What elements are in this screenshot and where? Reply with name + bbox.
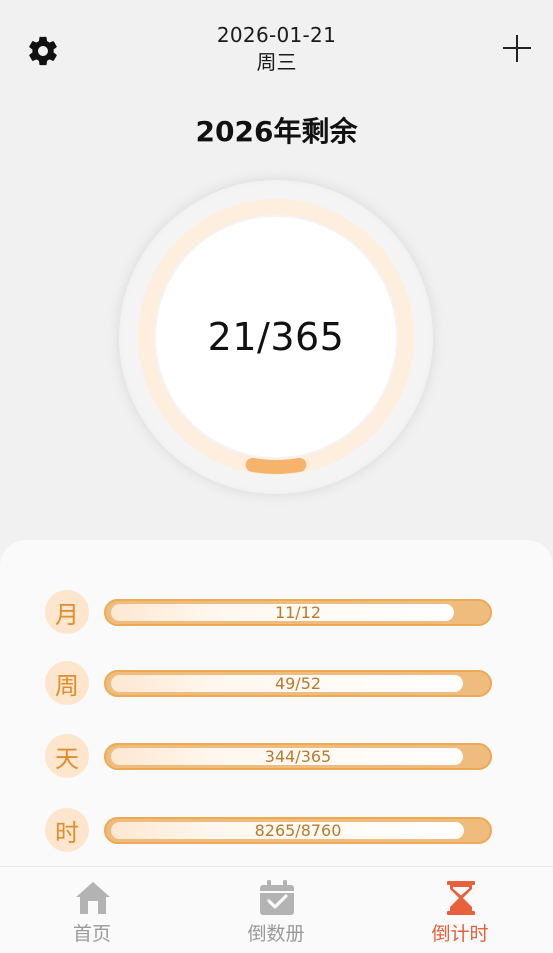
progress-row-day: 天 344/365 [45, 734, 495, 780]
nav-label-countdown-book: 倒数册 [247, 923, 305, 945]
header: 2026-01-21 周三 [0, 0, 553, 90]
calendar-check-icon [260, 880, 294, 915]
current-weekday: 周三 [256, 50, 297, 74]
nav-item-home[interactable]: 首页 [0, 867, 184, 953]
progress-row-hour: 时 8265/8760 [45, 808, 495, 854]
progress-row-month: 月 11/12 [45, 590, 495, 636]
home-icon [76, 882, 110, 914]
add-button[interactable] [499, 30, 535, 66]
nav-item-countdown-book[interactable]: 倒数册 [184, 867, 368, 953]
current-date: 2026-01-21 [216, 23, 337, 47]
app-screen: 2026-01-21 周三 2026年剩余 21/365 月 11/12 周 4… [0, 0, 553, 953]
ring-center: 21/365 [156, 217, 396, 457]
bottom-nav: 首页 倒数册 倒计时 [0, 866, 553, 953]
nav-label-home: 首页 [72, 923, 111, 945]
progress-card: 月 11/12 周 49/52 天 344/365 时 8265/8760 [0, 540, 553, 870]
progress-bar-label: 344/365 [264, 747, 332, 766]
date-display: 2026-01-21 周三 [0, 22, 553, 76]
progress-bar-day: 344/365 [104, 743, 492, 770]
progress-bar-week: 49/52 [104, 670, 492, 697]
progress-bar-label: 49/52 [274, 674, 322, 693]
progress-bar-label: 8265/8760 [254, 821, 342, 840]
year-progress-ring: 21/365 [119, 180, 433, 494]
unit-badge-day: 天 [45, 734, 89, 778]
unit-badge-month: 月 [45, 590, 89, 634]
page-title: 2026年剩余 [195, 115, 358, 148]
unit-badge-hour: 时 [45, 808, 89, 852]
nav-label-timer: 倒计时 [431, 923, 489, 945]
days-remaining-value: 21/365 [207, 315, 345, 359]
progress-bar-hour: 8265/8760 [104, 817, 492, 844]
hourglass-icon [447, 881, 475, 915]
progress-row-week: 周 49/52 [45, 661, 495, 707]
nav-item-timer[interactable]: 倒计时 [368, 867, 552, 953]
progress-bar-label: 11/12 [274, 603, 322, 622]
progress-bar-month: 11/12 [104, 599, 492, 626]
unit-badge-week: 周 [45, 661, 89, 705]
